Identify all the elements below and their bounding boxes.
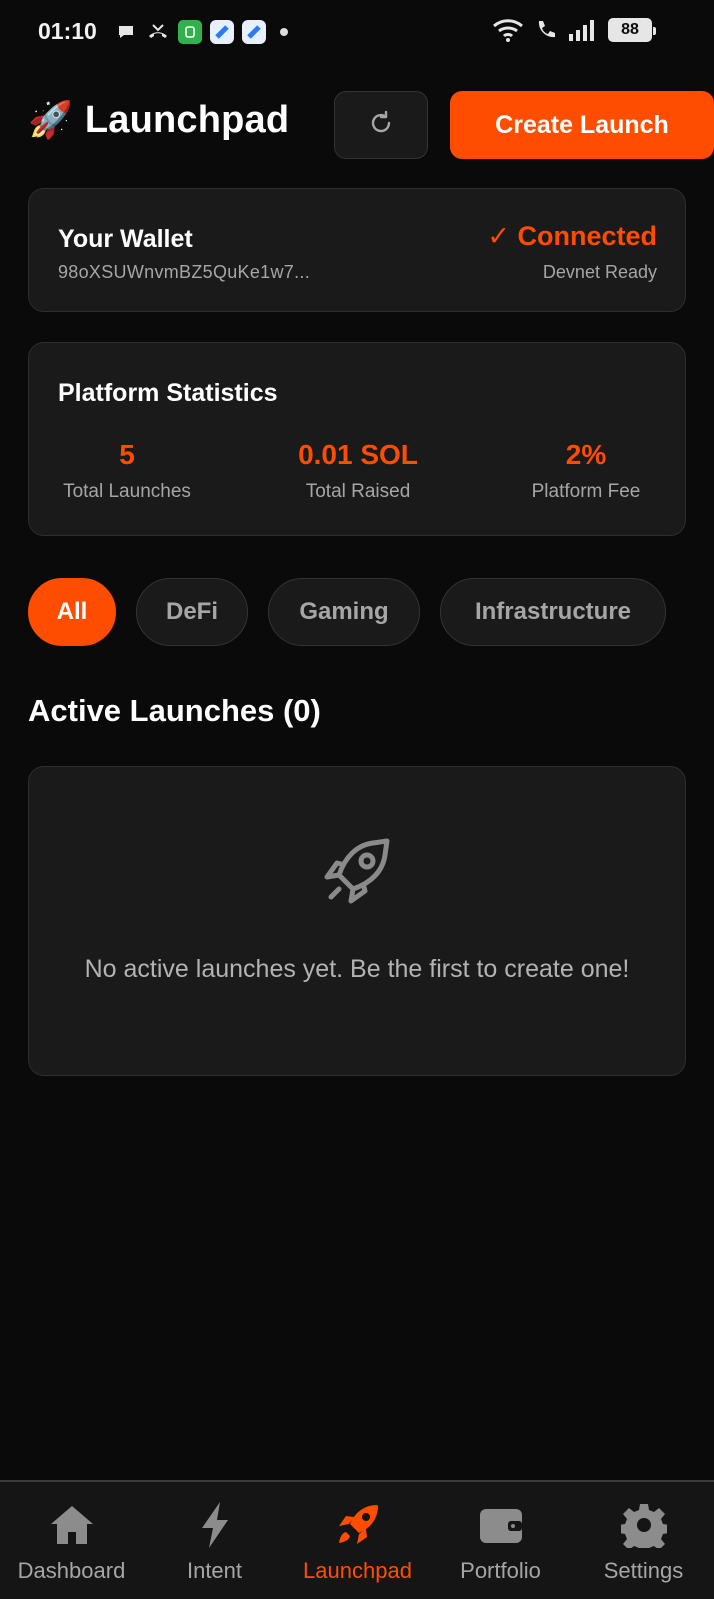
- nav-item-dashboard[interactable]: Dashboard: [0, 1500, 143, 1584]
- active-launches-title: Active Launches (0): [28, 693, 321, 728]
- signal-icon: [568, 18, 598, 42]
- refresh-icon: [366, 108, 396, 143]
- stat-total-launches: 5 Total Launches: [57, 439, 197, 503]
- page-title: Launchpad: [84, 98, 290, 141]
- stat-value: 0.01 SOL: [298, 439, 418, 470]
- stat-value: 5: [119, 439, 135, 470]
- nav-label: Dashboard: [17, 1558, 126, 1583]
- status-bar: 01:10 88: [0, 0, 714, 64]
- home-icon: [47, 1500, 97, 1550]
- stat-label: Platform Fee: [531, 481, 641, 502]
- app-blue-icon: [210, 20, 234, 44]
- platform-stats-card: Platform Statistics 5 Total Launches 0.0…: [28, 342, 686, 536]
- stat-label: Total Raised: [305, 481, 411, 502]
- nav-item-settings[interactable]: Settings: [572, 1500, 714, 1584]
- filter-chip-all[interactable]: All: [28, 578, 116, 646]
- app-green-icon: [178, 20, 202, 44]
- nav-item-launchpad[interactable]: Launchpad: [286, 1500, 429, 1584]
- wallet-address: 98oXSUWnvmBZ5QuKe1w7...: [58, 262, 311, 282]
- filter-chip-infrastructure[interactable]: Infrastructure: [440, 578, 666, 646]
- filter-chip-gaming[interactable]: Gaming: [268, 578, 420, 646]
- stats-title: Platform Statistics: [58, 379, 278, 407]
- refresh-button[interactable]: [334, 91, 428, 159]
- stat-platform-fee: 2% Platform Fee: [519, 439, 653, 503]
- wallet-card: Your Wallet 98oXSUWnvmBZ5QuKe1w7... ✓ Co…: [28, 188, 686, 312]
- wallet-network: Devnet Ready: [542, 262, 657, 282]
- system-icons: 88: [492, 18, 656, 42]
- rocket-icon: [333, 1500, 383, 1550]
- chat-bubble-icon: [114, 20, 138, 44]
- filter-chip-defi[interactable]: DeFi: [136, 578, 248, 646]
- nav-label: Settings: [603, 1558, 684, 1583]
- gear-icon: [619, 1500, 669, 1550]
- app-blue-icon: [242, 20, 266, 44]
- wallet-title: Your Wallet: [58, 225, 193, 253]
- status-time: 01:10: [38, 18, 97, 44]
- launchpad-screen: 01:10 88 🚀 Launchpad Create Launch Your …: [0, 0, 714, 1599]
- wifi-call-icon: [534, 18, 558, 42]
- stat-label: Total Launches: [63, 481, 191, 502]
- nav-item-portfolio[interactable]: Portfolio: [429, 1500, 572, 1584]
- nav-item-intent[interactable]: Intent: [143, 1500, 286, 1584]
- nav-label: Launchpad: [303, 1558, 412, 1583]
- dot-icon: [280, 28, 288, 36]
- wifi-icon: [492, 18, 524, 42]
- stat-total-raised: 0.01 SOL Total Raised: [278, 439, 438, 503]
- empty-state-card: No active launches yet. Be the first to …: [28, 766, 686, 1076]
- missed-call-icon: [146, 20, 170, 44]
- empty-state-message: No active launches yet. Be the first to …: [84, 955, 630, 983]
- nav-label: Portfolio: [460, 1558, 541, 1583]
- wallet-icon: [476, 1500, 526, 1550]
- nav-label: Intent: [186, 1558, 243, 1583]
- rocket-outline-icon: [315, 827, 401, 913]
- brand: 🚀 Launchpad: [28, 98, 289, 142]
- battery-icon: 88: [608, 18, 656, 42]
- lightning-icon: [190, 1500, 240, 1550]
- create-launch-button[interactable]: Create Launch: [450, 91, 714, 159]
- bottom-navigation: Dashboard Intent Launchpad Portfolio Set…: [0, 1480, 714, 1599]
- stat-value: 2%: [565, 439, 607, 470]
- page-header: 🚀 Launchpad Create Launch: [28, 88, 714, 160]
- wallet-status: ✓ Connected: [487, 221, 657, 251]
- notification-icons: [114, 20, 288, 44]
- rocket-emoji-icon: 🚀: [28, 99, 73, 140]
